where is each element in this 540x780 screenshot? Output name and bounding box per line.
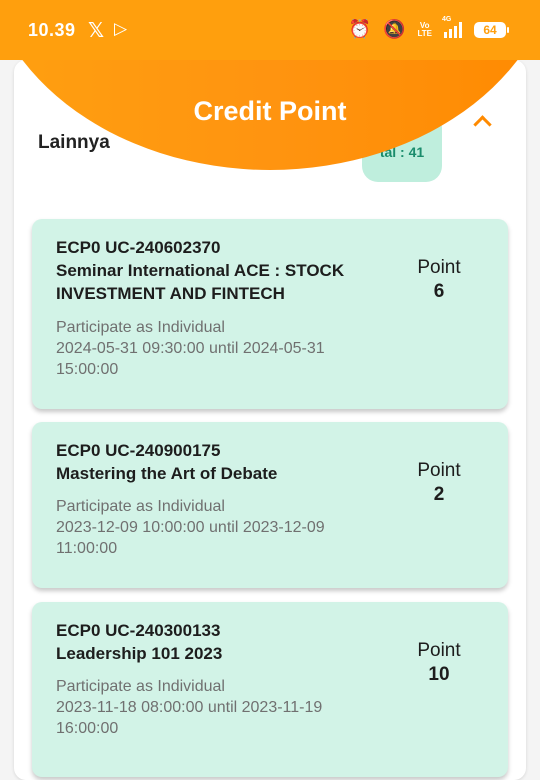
alarm-icon: ⏰ <box>348 19 372 39</box>
point-value: 2 <box>433 484 445 505</box>
point-label: Point <box>417 640 461 661</box>
credit-card-item[interactable]: ECP0 UC-240602370 Seminar International … <box>32 219 508 409</box>
activity-time: 2023-11-18 08:00:00 until 2023-11-19 16:… <box>56 699 323 737</box>
point-value: 10 <box>428 664 450 685</box>
point-label: Point <box>417 257 461 278</box>
participation-role: Participate as Individual <box>56 319 225 336</box>
battery-icon: 64 <box>474 21 509 38</box>
play-outline-icon: ▷ <box>114 19 128 38</box>
activity-name: Seminar International ACE : STOCK INVEST… <box>56 261 345 303</box>
participation-role: Participate as Individual <box>56 498 225 515</box>
activity-name: Mastering the Art of Debate <box>56 464 278 483</box>
status-time: 10.39 <box>28 20 76 40</box>
status-bar: 10.39 𝕏 ▷ ⏰ 🔕 Vo LTE 4G 64 <box>0 0 540 60</box>
activity-code: ECP0 UC-240900175 <box>56 441 221 460</box>
point-value: 6 <box>433 281 445 302</box>
signal-icon: 4G <box>442 16 462 38</box>
point-label: Point <box>417 460 461 481</box>
activity-time: 2023-12-09 10:00:00 until 2023-12-09 11:… <box>56 519 325 557</box>
credit-card-item[interactable]: ECP0 UC-240900175 Mastering the Art of D… <box>32 422 508 588</box>
activity-time: 2024-05-31 09:30:00 until 2024-05-31 15:… <box>56 340 325 378</box>
volte-icon: Vo LTE <box>417 20 432 38</box>
activity-code: ECP0 UC-240300133 <box>56 621 221 640</box>
x-icon: 𝕏 <box>88 20 105 42</box>
status-icons: ⏰ 🔕 Vo LTE 4G 64 <box>348 16 509 40</box>
participation-role: Participate as Individual <box>56 678 225 695</box>
credit-card-item[interactable]: ECP0 UC-240300133 Leadership 101 2023 Pa… <box>32 602 508 777</box>
page-title: Credit Point <box>193 96 347 126</box>
notifications-muted-icon: 🔕 <box>383 19 406 39</box>
activity-code: ECP0 UC-240602370 <box>56 238 221 257</box>
section-title: Lainnya <box>38 132 110 153</box>
activity-name: Leadership 101 2023 <box>56 644 223 663</box>
